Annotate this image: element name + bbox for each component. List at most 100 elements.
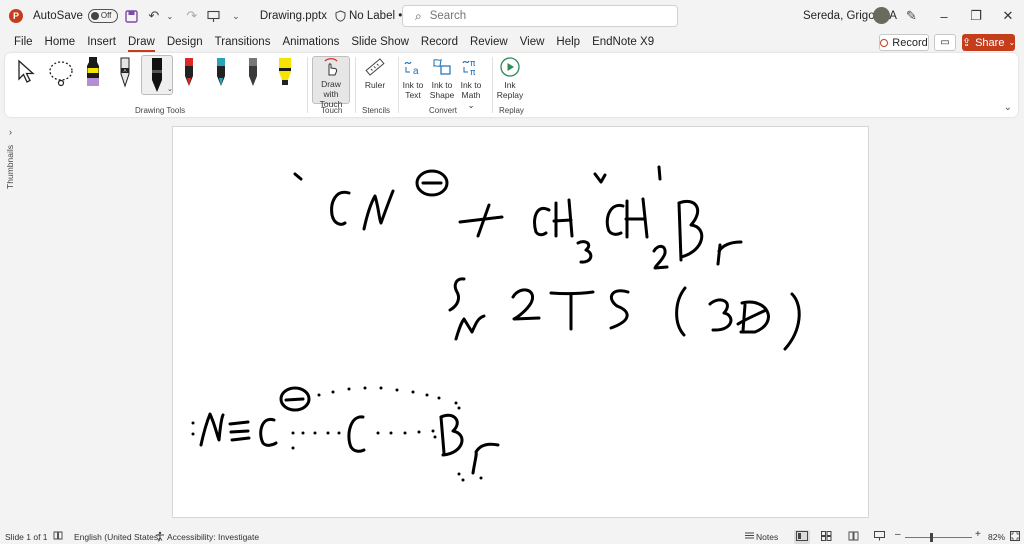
comment-icon: ▭: [940, 37, 950, 48]
present-icon[interactable]: [206, 8, 222, 24]
ribbon-divider: [492, 57, 493, 113]
zoom-out-icon[interactable]: –: [895, 529, 901, 540]
customize-toolbar-icon[interactable]: ⌄: [228, 8, 244, 24]
record-icon: [880, 38, 889, 47]
undo-icon[interactable]: ↶: [146, 8, 162, 24]
chevron-down-icon: ⌄: [1008, 38, 1016, 47]
powerpoint-logo-icon: P: [9, 9, 23, 23]
ink-to-text-label-1: Ink to: [402, 80, 424, 90]
tab-view[interactable]: View: [514, 32, 551, 52]
tab-home[interactable]: Home: [39, 32, 82, 52]
pen-red-icon[interactable]: [181, 56, 197, 91]
tab-draw[interactable]: Draw: [122, 32, 161, 52]
group-label-replay: Replay: [499, 106, 524, 115]
restore-icon[interactable]: ❐: [966, 6, 986, 26]
tab-insert[interactable]: Insert: [81, 32, 122, 52]
ink-replay-button[interactable]: Ink Replay: [496, 56, 524, 100]
zoom-slider-thumb[interactable]: [930, 533, 933, 542]
shield-icon: [335, 10, 346, 22]
ink-to-shape-icon: [431, 56, 453, 78]
pen-teal-icon[interactable]: [213, 56, 229, 91]
pen-black-selected-icon[interactable]: ⌄: [141, 55, 173, 95]
notes-button[interactable]: Notes: [756, 532, 778, 542]
svg-text:⌄: ⌄: [167, 86, 172, 93]
fit-to-window-icon[interactable]: [1010, 531, 1020, 543]
avatar[interactable]: [873, 7, 890, 24]
ribbon: A ⌄ Drawing Tools Draw with Touch Touch …: [5, 53, 1018, 117]
accessibility-status[interactable]: Accessibility: Investigate: [167, 532, 259, 542]
slide-count[interactable]: Slide 1 of 1: [5, 532, 48, 542]
ink-to-shape-label-1: Ink to: [431, 80, 453, 90]
ink-to-math-button[interactable]: ππ Ink to Math ⌄: [457, 56, 485, 110]
tab-help[interactable]: Help: [550, 32, 586, 52]
slide-show-icon[interactable]: [874, 531, 885, 543]
zoom-in-icon[interactable]: +: [975, 529, 981, 540]
lasso-select-icon[interactable]: [47, 59, 75, 90]
ribbon-divider: [398, 57, 399, 113]
group-label-drawing-tools: Drawing Tools: [135, 106, 186, 115]
tab-file[interactable]: File: [8, 32, 39, 52]
slide-sorter-icon[interactable]: [821, 531, 832, 543]
autosave-toggle[interactable]: Off: [87, 9, 118, 23]
select-tool-icon[interactable]: [16, 59, 38, 88]
tab-transitions[interactable]: Transitions: [209, 32, 277, 52]
search-input[interactable]: [429, 10, 650, 22]
tab-design[interactable]: Design: [161, 32, 209, 52]
ink-to-text-icon: a: [402, 56, 424, 78]
thumbnails-label[interactable]: Thumbnails: [5, 145, 15, 189]
slide-canvas[interactable]: [172, 126, 869, 518]
record-button[interactable]: Record: [879, 34, 929, 51]
pen-dark-gray-icon[interactable]: [245, 56, 261, 91]
zoom-level[interactable]: 82%: [988, 532, 1005, 542]
tab-review[interactable]: Review: [464, 32, 514, 52]
minimize-icon[interactable]: –: [934, 6, 954, 26]
accessibility-icon[interactable]: [155, 531, 165, 543]
tab-animations[interactable]: Animations: [276, 32, 345, 52]
group-label-convert: Convert: [429, 106, 458, 115]
normal-view-icon[interactable]: [794, 530, 810, 544]
toggle-knob: [90, 12, 99, 20]
collapse-ribbon-icon[interactable]: ⌄: [1004, 102, 1012, 113]
ink-replay-label-2: Replay: [496, 90, 524, 100]
pen-icon[interactable]: ✎: [906, 8, 917, 24]
ruler-button[interactable]: Ruler: [360, 56, 390, 90]
ink-to-shape-label-2: Shape: [429, 90, 455, 100]
ink-to-text-button[interactable]: a Ink to Text: [401, 56, 425, 100]
ink-replay-icon: [499, 56, 521, 78]
pen-gray-icon[interactable]: A: [117, 56, 133, 91]
share-label: Share: [975, 36, 1005, 49]
comments-button[interactable]: ▭: [934, 34, 956, 51]
ribbon-divider: [355, 57, 356, 113]
save-icon[interactable]: [124, 8, 140, 24]
close-icon[interactable]: ✕: [998, 6, 1018, 26]
file-name[interactable]: Drawing.pptx: [260, 10, 327, 22]
record-label: Record: [892, 36, 928, 49]
search-icon: ⌕: [415, 8, 422, 23]
title-bar: P AutoSave Off ↶ ⌄ ↷ ⌄ Drawing.pptx No L…: [0, 0, 1024, 32]
highlighter-purple-icon[interactable]: [85, 56, 101, 91]
autosave-label: AutoSave: [33, 10, 83, 22]
tab-record[interactable]: Record: [415, 32, 464, 52]
tab-endnote[interactable]: EndNote X9: [586, 32, 660, 52]
ink-to-math-label-2: Math ⌄: [461, 90, 481, 110]
ruler-label: Ruler: [364, 80, 386, 90]
tab-slide-show[interactable]: Slide Show: [345, 32, 415, 52]
ink-to-shape-button[interactable]: Ink to Shape: [430, 56, 454, 100]
search-box[interactable]: ⌕: [402, 5, 678, 27]
highlighter-yellow-icon[interactable]: [276, 56, 294, 91]
share-button[interactable]: ⇪ Share ⌄: [962, 34, 1015, 51]
svg-text:A: A: [123, 68, 126, 73]
notes-icon[interactable]: [744, 531, 755, 542]
redo-icon[interactable]: ↷: [184, 8, 200, 24]
group-label-stencils: Stencils: [362, 106, 391, 115]
ink-to-math-label-1: Ink to: [460, 80, 482, 90]
book-icon[interactable]: [53, 531, 63, 542]
language-status[interactable]: English (United States): [74, 532, 161, 542]
draw-with-touch-button[interactable]: Draw with Touch: [312, 56, 350, 109]
zoom-slider[interactable]: [905, 537, 972, 538]
touch-draw-icon: [320, 57, 342, 77]
reading-view-icon[interactable]: [848, 531, 859, 543]
undo-dropdown-icon[interactable]: ⌄: [162, 8, 178, 24]
group-label-touch: Touch: [321, 106, 343, 115]
expand-thumbnails-icon[interactable]: ›: [9, 127, 12, 137]
